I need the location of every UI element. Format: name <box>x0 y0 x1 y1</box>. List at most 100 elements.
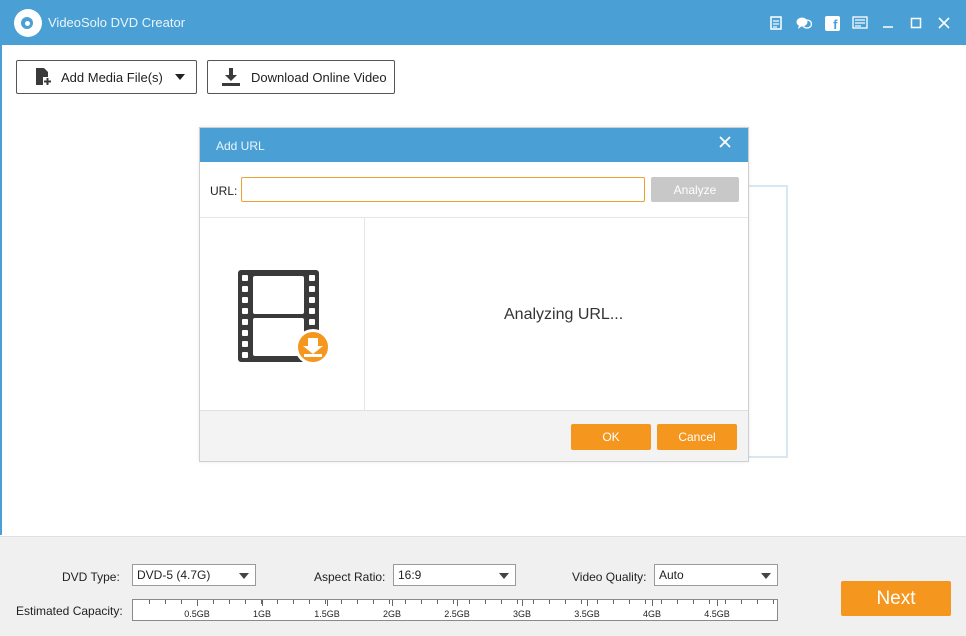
analysis-status-pane: Analyzing URL... <box>366 218 748 410</box>
capacity-minor-tick <box>709 600 710 604</box>
chevron-down-icon[interactable] <box>174 74 185 80</box>
bottom-settings-bar: DVD Type: DVD-5 (4.7G) Aspect Ratio: 16:… <box>0 536 966 636</box>
capacity-minor-tick <box>517 600 518 604</box>
capacity-minor-tick <box>645 600 646 604</box>
capacity-tick-label: 0.5GB <box>184 609 210 619</box>
chevron-down-icon <box>239 573 249 579</box>
capacity-minor-tick <box>325 600 326 604</box>
capacity-minor-tick <box>165 600 166 604</box>
window-left-edge <box>0 45 2 535</box>
chevron-down-icon <box>499 573 509 579</box>
download-icon <box>221 67 241 87</box>
aspect-ratio-label: Aspect Ratio: <box>314 570 386 584</box>
capacity-major-tick <box>587 600 588 606</box>
capacity-tick-label: 1GB <box>252 609 272 619</box>
dialog-footer: OK Cancel <box>200 410 748 461</box>
capacity-minor-tick <box>613 600 614 604</box>
capacity-minor-tick <box>581 600 582 604</box>
capacity-minor-tick <box>453 600 454 604</box>
title-bar: VideoSolo DVD Creator f <box>0 0 966 45</box>
url-label: URL: <box>210 184 238 198</box>
cancel-button[interactable]: Cancel <box>657 424 737 450</box>
feedback-icon[interactable] <box>790 12 818 34</box>
add-media-button[interactable]: Add Media File(s) <box>16 60 197 94</box>
capacity-tick-label: 3.5GB <box>574 609 600 619</box>
chevron-down-icon <box>761 573 771 579</box>
capacity-minor-tick <box>437 600 438 604</box>
capacity-minor-tick <box>309 600 310 604</box>
capacity-minor-tick <box>357 600 358 604</box>
capacity-tick-label: 4GB <box>642 609 662 619</box>
capacity-minor-tick <box>469 600 470 604</box>
capacity-major-tick <box>262 600 263 606</box>
aspect-ratio-value: 16:9 <box>398 568 422 582</box>
capacity-minor-tick <box>341 600 342 604</box>
capacity-minor-tick <box>389 600 390 604</box>
capacity-minor-tick <box>405 600 406 604</box>
capacity-minor-tick <box>181 600 182 604</box>
url-input[interactable] <box>241 177 645 202</box>
capacity-minor-tick <box>773 600 774 604</box>
menu-icon[interactable] <box>846 12 874 34</box>
capacity-minor-tick <box>245 600 246 604</box>
capacity-minor-tick <box>485 600 486 604</box>
capacity-minor-tick <box>533 600 534 604</box>
dialog-close-icon[interactable] <box>719 136 731 152</box>
capacity-minor-tick <box>373 600 374 604</box>
capacity-minor-tick <box>149 600 150 604</box>
video-quality-label: Video Quality: <box>572 570 647 584</box>
dvd-type-label: DVD Type: <box>62 570 120 584</box>
dvd-type-value: DVD-5 (4.7G) <box>137 568 211 582</box>
capacity-minor-tick <box>213 600 214 604</box>
capacity-tick-label: 2.5GB <box>444 609 470 619</box>
capacity-major-tick <box>717 600 718 606</box>
analyzing-status-text: Analyzing URL... <box>504 306 624 323</box>
video-preview-pane <box>200 218 365 410</box>
capacity-minor-tick <box>693 600 694 604</box>
capacity-minor-tick <box>629 600 630 604</box>
background-panel-outline <box>748 185 788 458</box>
estimated-capacity-label: Estimated Capacity: <box>16 604 123 618</box>
capacity-minor-tick <box>277 600 278 604</box>
capacity-minor-tick <box>741 600 742 604</box>
capacity-minor-tick <box>229 600 230 604</box>
download-online-video-label: Download Online Video <box>251 69 387 85</box>
download-badge-icon <box>295 329 331 365</box>
capacity-major-tick <box>522 600 523 606</box>
capacity-minor-tick <box>677 600 678 604</box>
capacity-minor-tick <box>565 600 566 604</box>
capacity-major-tick <box>197 600 198 606</box>
analyze-button[interactable]: Analyze <box>651 177 739 202</box>
maximize-icon[interactable] <box>902 12 930 34</box>
app-title: VideoSolo DVD Creator <box>48 15 186 30</box>
capacity-minor-tick <box>501 600 502 604</box>
capacity-minor-tick <box>549 600 550 604</box>
dvd-type-select[interactable]: DVD-5 (4.7G) <box>132 564 256 586</box>
capacity-tick-label: 3GB <box>512 609 532 619</box>
capacity-tick-label: 4.5GB <box>704 609 730 619</box>
capacity-minor-tick <box>421 600 422 604</box>
capacity-tick-label: 1.5GB <box>314 609 340 619</box>
capacity-gauge: 0.5GB 1GB 1.5GB 2GB 2.5GB 3GB 3.5GB 4GB 4.5GB <box>132 599 778 621</box>
aspect-ratio-select[interactable]: 16:9 <box>393 564 516 586</box>
download-online-video-button[interactable]: Download Online Video <box>207 60 395 94</box>
app-logo-icon <box>14 9 42 37</box>
capacity-tick-label: 2GB <box>382 609 402 619</box>
dialog-title: Add URL <box>216 139 265 153</box>
capacity-minor-tick <box>725 600 726 604</box>
facebook-icon[interactable]: f <box>818 12 846 34</box>
capacity-major-tick <box>327 600 328 606</box>
register-icon[interactable] <box>762 12 790 34</box>
add-url-dialog: Add URL URL: Analyze Analyzing URL... OK… <box>199 127 749 462</box>
video-quality-select[interactable]: Auto <box>654 564 778 586</box>
add-file-icon <box>33 67 53 87</box>
add-media-label: Add Media File(s) <box>61 69 163 85</box>
minimize-icon[interactable] <box>874 12 902 34</box>
next-button[interactable]: Next <box>841 581 951 616</box>
dialog-header: Add URL <box>200 128 748 162</box>
capacity-major-tick <box>457 600 458 606</box>
capacity-minor-tick <box>757 600 758 604</box>
capacity-major-tick <box>652 600 653 606</box>
close-icon[interactable] <box>930 12 958 34</box>
ok-button[interactable]: OK <box>571 424 651 450</box>
